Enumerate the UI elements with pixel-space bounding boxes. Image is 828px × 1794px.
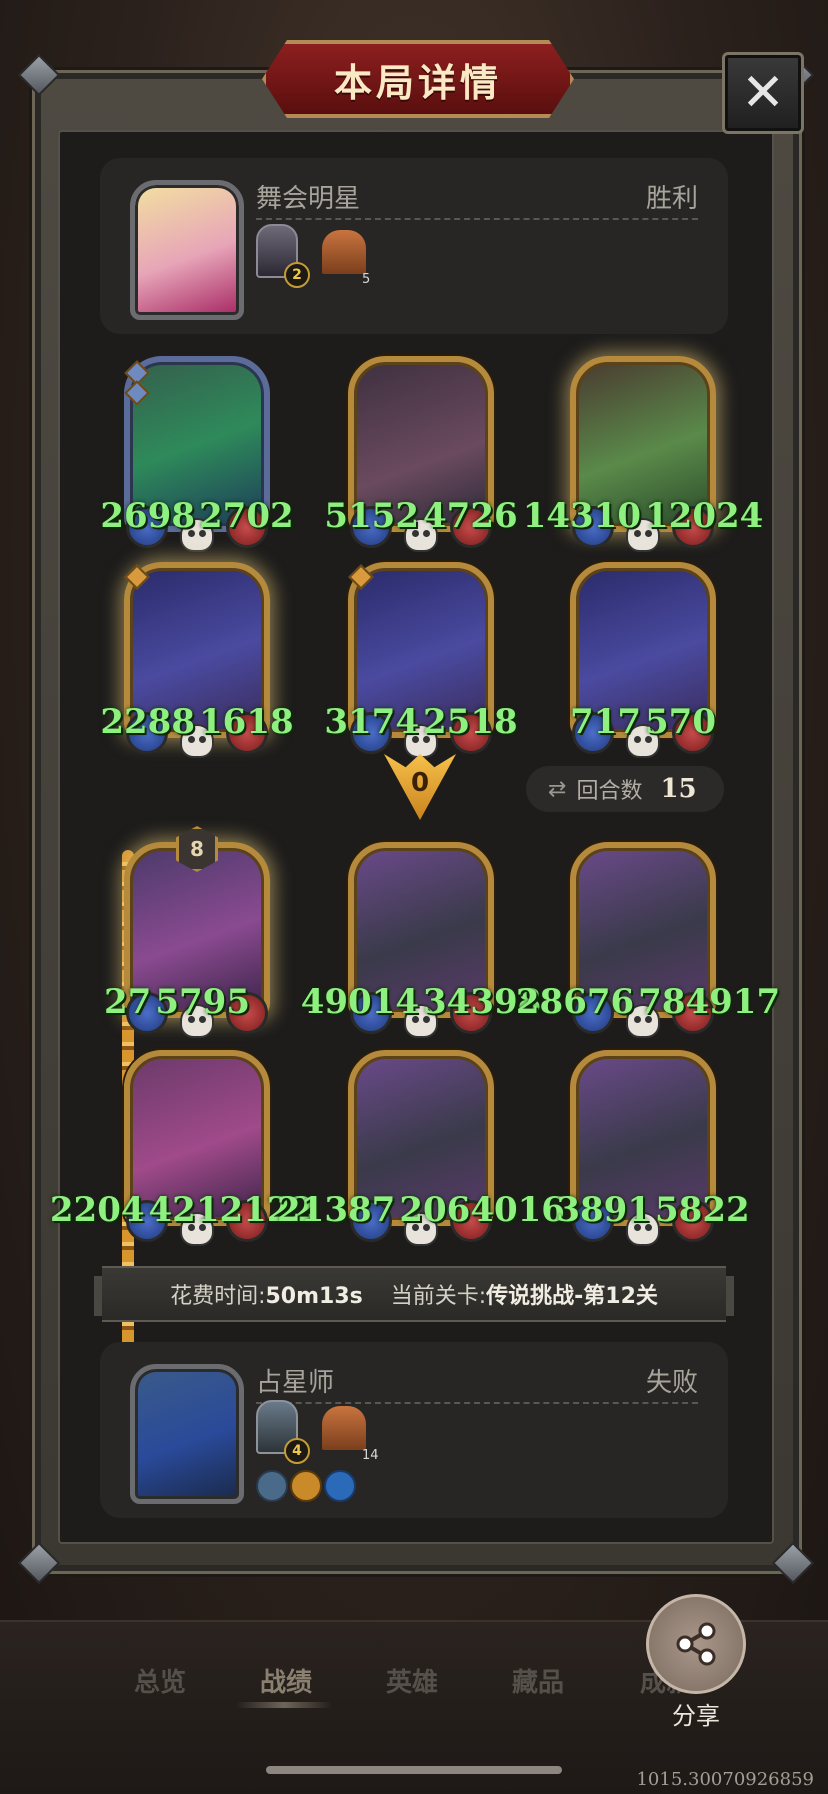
- unit-card[interactable]: 14310 12024: [523, 356, 763, 552]
- time-value: 50m13s: [265, 1284, 363, 1309]
- round-value: 15: [660, 774, 697, 804]
- stage-info: 当前关卡:传说挑战-第12关: [391, 1278, 658, 1310]
- unit-stats: 5152 4726: [314, 496, 528, 536]
- player-name: 占星师: [256, 1368, 335, 1398]
- unit-health: 5795: [155, 982, 250, 1022]
- tavern-level-badge: 4: [284, 1438, 310, 1464]
- stage-value: 传说挑战-第12关: [486, 1284, 658, 1309]
- unit-attack: 3891: [556, 1190, 651, 1230]
- player-avatar[interactable]: [130, 1364, 244, 1504]
- unit-stats: 21387 2064016: [277, 1190, 565, 1230]
- unit-health: 2518: [423, 702, 518, 742]
- unit-stats: 49014 34398: [301, 982, 542, 1022]
- share-icon: [676, 1622, 716, 1666]
- unit-health: 5822: [655, 1190, 750, 1230]
- strength-skill-icon[interactable]: [290, 1470, 322, 1502]
- broken-heart-skill-icon[interactable]: [324, 1470, 356, 1502]
- tab-collection[interactable]: 藏品: [512, 1662, 564, 1699]
- close-button[interactable]: ✕: [722, 52, 804, 134]
- unit-stats: 14310 12024: [523, 496, 764, 536]
- details-panel-body: [58, 130, 774, 1544]
- unit-attack: 3174: [324, 702, 419, 742]
- unit-card[interactable]: 28676 784917: [516, 842, 780, 1038]
- unit-stats: 717 570: [536, 702, 750, 742]
- repeat-icon: ⇄: [548, 776, 567, 802]
- unit-health: 1618: [199, 702, 294, 742]
- active-tab-indicator: [236, 1702, 332, 1708]
- tab-heroes[interactable]: 英雄: [386, 1662, 438, 1699]
- tavern-level-badge: 2: [284, 262, 310, 288]
- player-avatar[interactable]: [130, 180, 244, 320]
- unit-card[interactable]: 3891 5822: [556, 1050, 750, 1246]
- unit-card[interactable]: 21387 2064016: [277, 1050, 565, 1246]
- sword-skill-icon[interactable]: [256, 1470, 288, 1502]
- unit-attack: 2698: [100, 496, 195, 536]
- unit-attack: 2204: [49, 1190, 145, 1230]
- share-label: 分享: [672, 1702, 720, 1730]
- unit-card[interactable]: 8 27 5795: [104, 826, 270, 1038]
- house-count: 5: [362, 272, 371, 287]
- unit-health: 2064016: [399, 1190, 565, 1230]
- gem-icon: [124, 380, 150, 406]
- unit-card[interactable]: 49014 34398: [301, 842, 541, 1038]
- time-label: 花费时间:: [170, 1284, 266, 1309]
- unit-health: 570: [645, 702, 716, 742]
- winner-player-card: 舞会明星 胜利 2 5: [100, 158, 728, 334]
- match-result: 胜利: [645, 184, 698, 214]
- house-icon: [322, 1406, 366, 1450]
- house-icon: [322, 230, 366, 274]
- tab-record[interactable]: 战绩: [260, 1662, 312, 1699]
- house-count: 14: [362, 1448, 379, 1463]
- unit-attack: 21387: [277, 1190, 396, 1230]
- unit-stats: 2288 1618: [90, 702, 304, 742]
- match-result: 失败: [645, 1368, 698, 1398]
- unit-card[interactable]: 2204 4212122: [50, 1050, 314, 1246]
- unit-card[interactable]: 717 570: [570, 562, 716, 758]
- unit-stats: 3174 2518: [314, 702, 528, 742]
- unit-card[interactable]: 3174 2518: [324, 562, 518, 758]
- unit-health: 12024: [645, 496, 764, 536]
- unit-attack: 28676: [515, 982, 635, 1022]
- unit-card[interactable]: 2288 1618: [100, 562, 294, 758]
- divider: [256, 1402, 698, 1404]
- unit-attack: 2288: [100, 702, 195, 742]
- unit-attack: 5152: [324, 496, 419, 536]
- time-info: 花费时间:50m13s: [170, 1278, 363, 1310]
- unit-stats: 2204 4212122: [50, 1190, 314, 1230]
- close-icon: ✕: [741, 63, 785, 123]
- unit-attack: 49014: [300, 982, 419, 1022]
- home-indicator[interactable]: [266, 1766, 562, 1774]
- unit-health: 2702: [199, 496, 294, 536]
- tab-overview[interactable]: 总览: [134, 1662, 186, 1699]
- stage-label: 当前关卡:: [390, 1284, 487, 1309]
- unit-stats: 3891 5822: [556, 1190, 750, 1230]
- unit-attack: 717: [570, 702, 641, 742]
- unit-card[interactable]: 5152 4726: [324, 356, 518, 552]
- unit-attack: 14310: [522, 496, 641, 536]
- round-counter: ⇄ 回合数 15: [526, 766, 724, 812]
- share-button[interactable]: [646, 1594, 746, 1694]
- unit-stats: 27 5795: [70, 982, 284, 1022]
- unit-health: 784917: [638, 982, 781, 1022]
- title-banner: 本局详情: [262, 40, 574, 118]
- loser-player-card: 占星师 失败 4 14: [100, 1342, 728, 1518]
- unit-health: 4726: [423, 496, 518, 536]
- divider: [256, 218, 698, 220]
- unit-card[interactable]: 2698 2702: [100, 356, 294, 552]
- unit-stats: 2698 2702: [90, 496, 304, 536]
- round-label: 回合数: [576, 779, 643, 804]
- match-info-banner: 花费时间:50m13s 当前关卡:传说挑战-第12关: [102, 1266, 726, 1322]
- unit-attack: 27: [104, 982, 152, 1022]
- player-name: 舞会明星: [256, 184, 361, 214]
- unit-stats: 28676 784917: [516, 982, 780, 1022]
- debug-coordinate-text: 1015.30070926859: [636, 1769, 814, 1790]
- page-title: 本局详情: [333, 60, 502, 105]
